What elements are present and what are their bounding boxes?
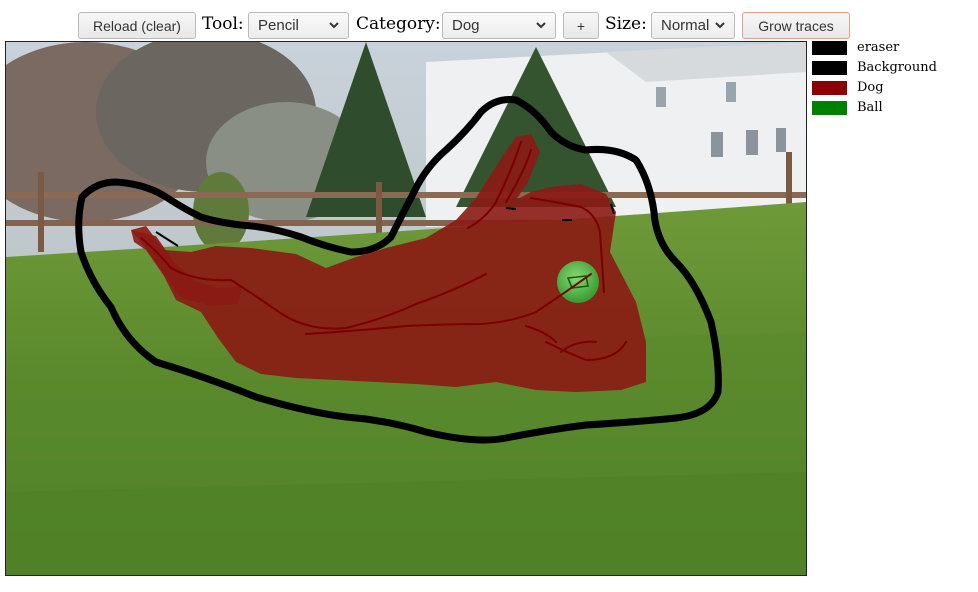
- tool-select-value: Pencil: [258, 17, 299, 34]
- legend-label: Ball: [857, 100, 883, 115]
- legend-swatch: [812, 41, 847, 55]
- legend-swatch: [812, 101, 847, 115]
- chevron-down-icon: [536, 22, 546, 29]
- category-label: Category:: [356, 14, 441, 34]
- legend-swatch: [812, 61, 847, 75]
- size-select[interactable]: Normal: [651, 12, 735, 39]
- tool-label: Tool:: [202, 14, 244, 34]
- annotation-image: [6, 42, 806, 575]
- legend-item-background[interactable]: Background: [812, 60, 972, 77]
- legend-label: Background: [857, 60, 937, 75]
- tool-select[interactable]: Pencil: [248, 12, 349, 39]
- legend-label: eraser: [857, 40, 900, 55]
- size-label: Size:: [605, 14, 647, 34]
- grow-traces-button[interactable]: Grow traces: [742, 12, 850, 39]
- add-category-button[interactable]: +: [563, 12, 599, 39]
- chevron-down-icon: [329, 22, 339, 29]
- grow-traces-label: Grow traces: [758, 17, 834, 34]
- reload-clear-button[interactable]: Reload (clear): [78, 12, 196, 39]
- annotation-canvas[interactable]: [5, 41, 807, 576]
- legend-item-dog[interactable]: Dog: [812, 80, 972, 97]
- legend-label: Dog: [857, 80, 884, 95]
- chevron-down-icon: [715, 22, 725, 29]
- add-category-label: +: [576, 17, 586, 34]
- legend-swatch: [812, 81, 847, 95]
- ball-mask: [557, 261, 599, 303]
- legend-item-ball[interactable]: Ball: [812, 100, 972, 117]
- fence: [6, 192, 806, 198]
- reload-clear-label: Reload (clear): [93, 17, 181, 34]
- category-select[interactable]: Dog: [442, 12, 556, 39]
- category-select-value: Dog: [452, 17, 480, 34]
- legend-item-eraser[interactable]: eraser: [812, 40, 972, 57]
- size-select-value: Normal: [661, 17, 710, 34]
